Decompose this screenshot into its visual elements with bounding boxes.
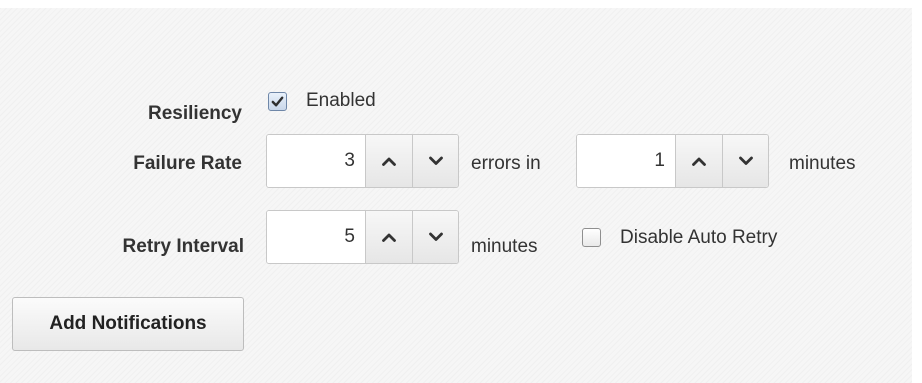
errors-in-text: errors in — [471, 153, 541, 174]
resiliency-label: Resiliency — [148, 103, 242, 124]
disable-auto-retry-checkbox[interactable] — [582, 228, 601, 247]
chevron-down-icon — [428, 156, 443, 165]
failure-minutes-increment-button[interactable] — [675, 135, 722, 187]
failure-minutes-input[interactable] — [577, 135, 675, 187]
failure-rate-label: Failure Rate — [133, 153, 242, 174]
disable-auto-retry-label: Disable Auto Retry — [620, 227, 778, 248]
failure-minutes-spinner — [576, 134, 769, 188]
retry-interval-input[interactable] — [267, 211, 365, 263]
failure-minutes-decrement-button[interactable] — [722, 135, 768, 187]
chevron-up-icon — [382, 233, 396, 242]
chevron-up-icon — [692, 157, 706, 166]
failure-errors-spinner — [266, 134, 459, 188]
retry-interval-decrement-button[interactable] — [412, 211, 458, 263]
chevron-down-icon — [738, 156, 753, 165]
resiliency-enabled-checkbox[interactable] — [268, 92, 287, 111]
add-notifications-button[interactable]: Add Notifications — [12, 297, 244, 351]
resiliency-enabled-label: Enabled — [306, 90, 376, 111]
retry-interval-spinner — [266, 210, 459, 264]
retry-interval-increment-button[interactable] — [365, 211, 412, 263]
checkmark-icon — [271, 96, 284, 107]
retry-minutes-text: minutes — [471, 236, 538, 257]
failure-errors-decrement-button[interactable] — [412, 135, 458, 187]
chevron-up-icon — [382, 157, 396, 166]
failure-minutes-text: minutes — [789, 153, 856, 174]
failure-errors-input[interactable] — [267, 135, 365, 187]
failure-errors-increment-button[interactable] — [365, 135, 412, 187]
chevron-down-icon — [428, 232, 443, 241]
resiliency-settings-panel: Resiliency Enabled Failure Rate errors i… — [0, 8, 912, 383]
retry-interval-label: Retry Interval — [122, 236, 244, 257]
